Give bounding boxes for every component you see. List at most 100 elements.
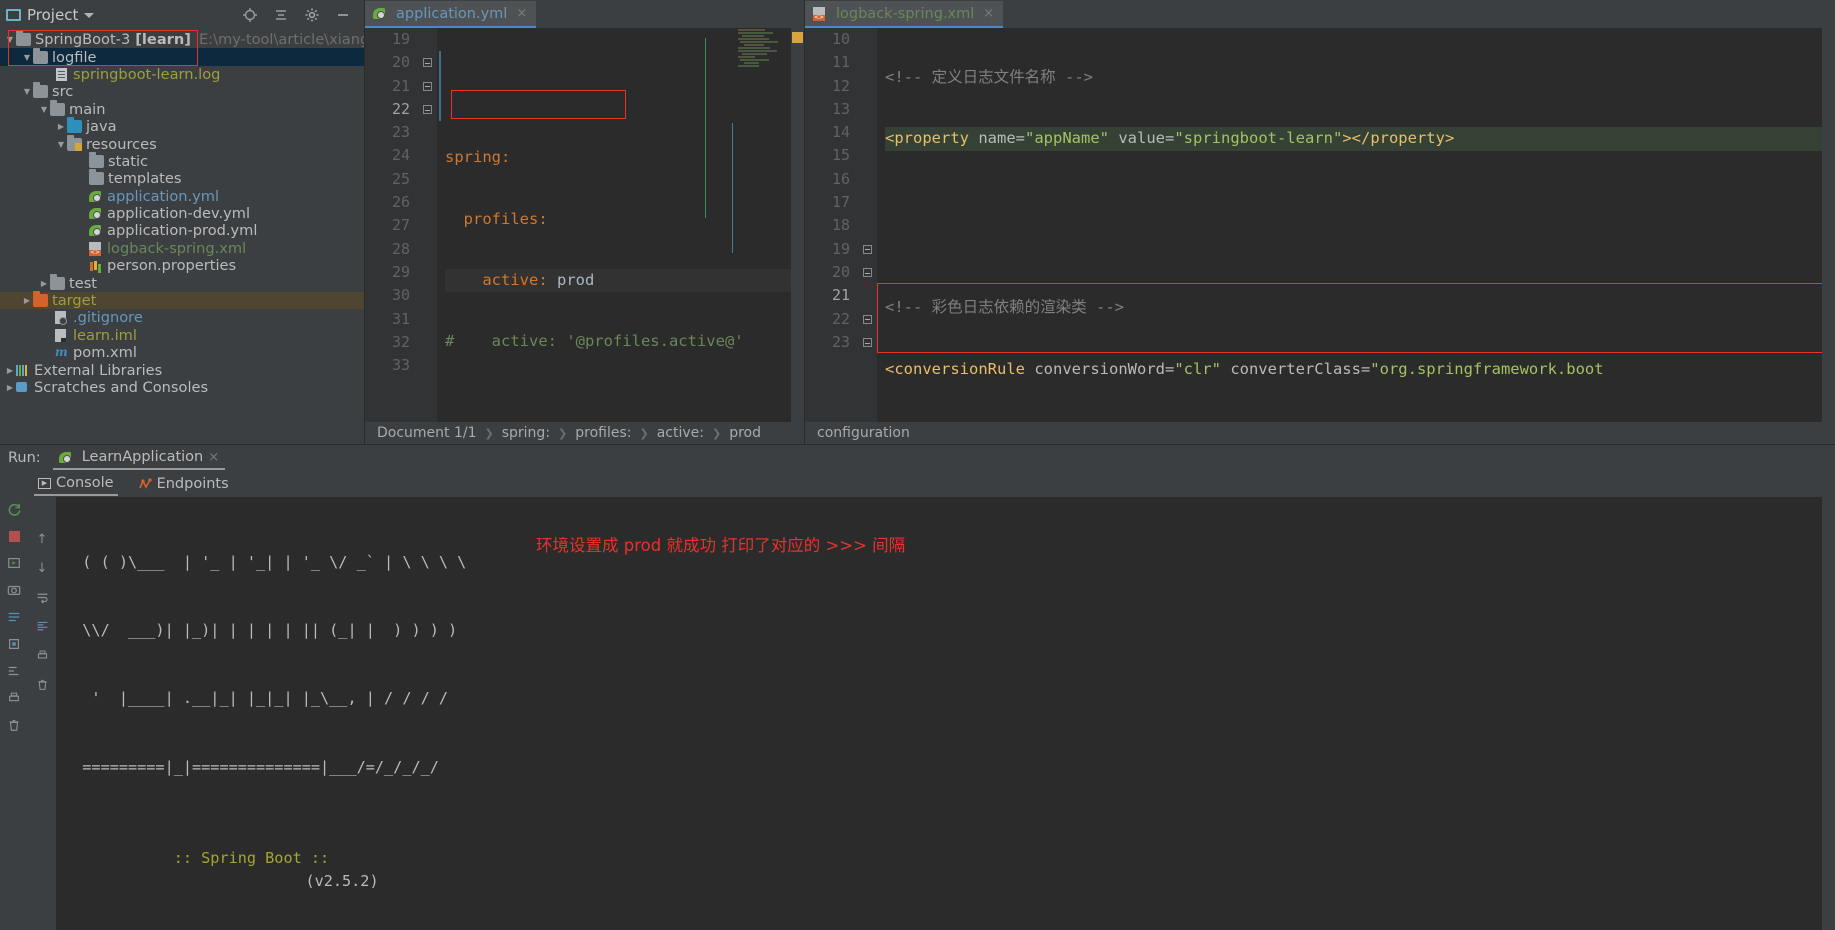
fold-marker[interactable] [857,261,877,284]
tree-item-templates[interactable]: templates [0,169,364,187]
stop-icon[interactable] [6,528,22,544]
tree-item-gitignore[interactable]: .gitignore [0,309,364,326]
breadcrumb-prod[interactable]: prod [729,425,761,441]
close-icon[interactable]: × [208,450,219,465]
tree-item-main[interactable]: main [0,99,364,118]
tree-item-static[interactable]: static [0,151,364,170]
scroll-down-icon[interactable]: ↓ [34,560,50,576]
project-panel-icon [6,9,21,21]
collapse-arrow-icon[interactable] [4,379,16,396]
tree-item-java[interactable]: java [0,117,364,136]
project-tree[interactable]: SpringBoot-3 [learn] E:\my-tool\article\… [0,30,364,444]
tree-item-application-dev-yml[interactable]: application-dev.yml [0,205,364,222]
collapse-arrow-icon[interactable] [21,292,33,309]
code-area-xml[interactable]: 10 11 12 13 14 15 16 17 18 19 20 21 22 2… [805,28,1835,422]
chevron-down-icon[interactable] [84,12,95,18]
spring-yaml-icon [89,190,103,203]
tab-logback-spring-xml[interactable]: logback-spring.xml × [805,1,1004,28]
close-icon[interactable]: × [516,6,527,21]
code-token: spring: [445,148,511,167]
fold-marker[interactable] [417,75,437,98]
scroll-up-icon[interactable]: ↑ [34,531,50,547]
warning-stripe-marker[interactable] [792,32,803,43]
tree-label: target [52,292,97,310]
tree-item-application-yml[interactable]: application.yml [0,188,364,205]
trash-icon[interactable] [6,717,22,733]
collapse-arrow-icon[interactable] [4,362,16,379]
tree-item-application-prod-yml[interactable]: application-prod.yml [0,222,364,239]
breadcrumb-document[interactable]: Document 1/1 [377,425,477,441]
breadcrumb-active[interactable]: active: [657,425,704,441]
print-icon[interactable] [34,647,50,663]
tree-item-src[interactable]: src [0,82,364,100]
step-icon[interactable] [6,636,22,652]
expand-arrow-icon[interactable] [4,31,16,48]
tree-item-target[interactable]: target [0,291,364,310]
tree-item-external-libraries[interactable]: External Libraries [0,361,364,379]
tree-label: java [86,118,117,136]
folder-icon [89,169,104,186]
line-number: 30 [391,286,410,305]
settings-gear-icon[interactable] [304,7,321,24]
fold-marker[interactable] [857,238,877,261]
soft-wrap-icon[interactable] [34,589,50,605]
tree-item-springboot-learn-log[interactable]: springboot-learn.log [0,66,364,83]
collapse-arrow-icon[interactable] [38,275,50,292]
expand-arrow-icon[interactable] [55,136,67,153]
code-folding-gutter-xml[interactable] [857,28,877,422]
collapse-arrow-icon[interactable] [55,118,67,135]
tree-item-person-properties[interactable]: person.properties [0,257,364,274]
breadcrumb-configuration[interactable]: configuration [817,425,910,441]
tree-item-logback-spring-xml[interactable]: logback-spring.xml [0,240,364,257]
tree-item-springboot-3[interactable]: SpringBoot-3 [learn] E:\my-tool\article\… [0,30,364,48]
camera-icon[interactable] [6,582,22,598]
minimize-icon[interactable] [335,7,352,24]
line-number: 33 [391,356,410,375]
tab-endpoints[interactable]: Endpoints [134,472,233,496]
sort-icon[interactable] [6,663,22,679]
breadcrumb-spring[interactable]: spring: [502,425,550,441]
code-text-xml[interactable]: <!-- 定义日志文件名称 --> <property name="appNam… [877,28,1835,422]
tree-item-pom-xml[interactable]: m pom.xml [0,344,364,361]
code-area-yml[interactable]: 19 20 21 22 23 24 25 26 27 28 29 30 31 3… [365,28,804,422]
expand-arrow-icon[interactable] [21,83,33,100]
tree-label: Scratches and Consoles [34,379,209,396]
run-config-tab-learnapplication[interactable]: LearnApplication × [52,446,226,470]
tree-item-resources[interactable]: resources [0,134,364,153]
tab-console[interactable]: ▶ Console [34,472,118,496]
resume-icon[interactable] [6,555,22,571]
breadcrumb-profiles[interactable]: profiles: [575,425,631,441]
run-body: ↑ ↓ ( ( )\___ | '_ | '_| | '_ \/ _` | \ … [0,497,1835,930]
print-icon[interactable] [6,690,22,706]
endpoints-icon [138,478,152,490]
expand-arrow-icon[interactable] [38,101,50,118]
clear-all-icon[interactable] [34,676,50,692]
collapse-all-icon[interactable] [273,7,290,24]
error-stripe-yml[interactable] [791,28,804,422]
code-token: active: [445,270,557,289]
error-stripe-xml[interactable] [1822,28,1835,422]
console-output[interactable]: ( ( )\___ | '_ | '_| | '_ \/ _` | \ \ \ … [56,497,1835,930]
project-panel-title[interactable]: Project [27,6,78,24]
code-folding-gutter-yml[interactable] [417,28,437,422]
fold-marker[interactable] [417,51,437,74]
locate-icon[interactable] [242,7,259,24]
fold-marker[interactable] [857,308,877,331]
thread-dump-icon[interactable] [6,609,22,625]
expand-arrow-icon[interactable] [21,49,33,66]
fold-marker[interactable] [417,98,437,121]
rerun-icon[interactable] [6,501,22,517]
tree-item-test[interactable]: test [0,273,364,292]
tab-application-yml[interactable]: application.yml × [365,1,537,28]
tree-item-logfile[interactable]: logfile [0,47,364,66]
fold-marker[interactable] [857,331,877,354]
code-minimap-yml[interactable] [734,28,790,422]
scroll-to-end-icon[interactable] [34,618,50,634]
close-icon[interactable]: × [983,6,994,21]
tree-item-learn-iml[interactable]: learn.iml [0,327,364,344]
console-scrollbar[interactable] [1822,497,1835,930]
subtab-label: Endpoints [156,476,229,492]
tree-item-scratches-and-consoles[interactable]: Scratches and Consoles [0,379,364,396]
tree-label: springboot-learn.log [73,65,221,83]
editor-tabbar-right: logback-spring.xml × [805,0,1835,28]
